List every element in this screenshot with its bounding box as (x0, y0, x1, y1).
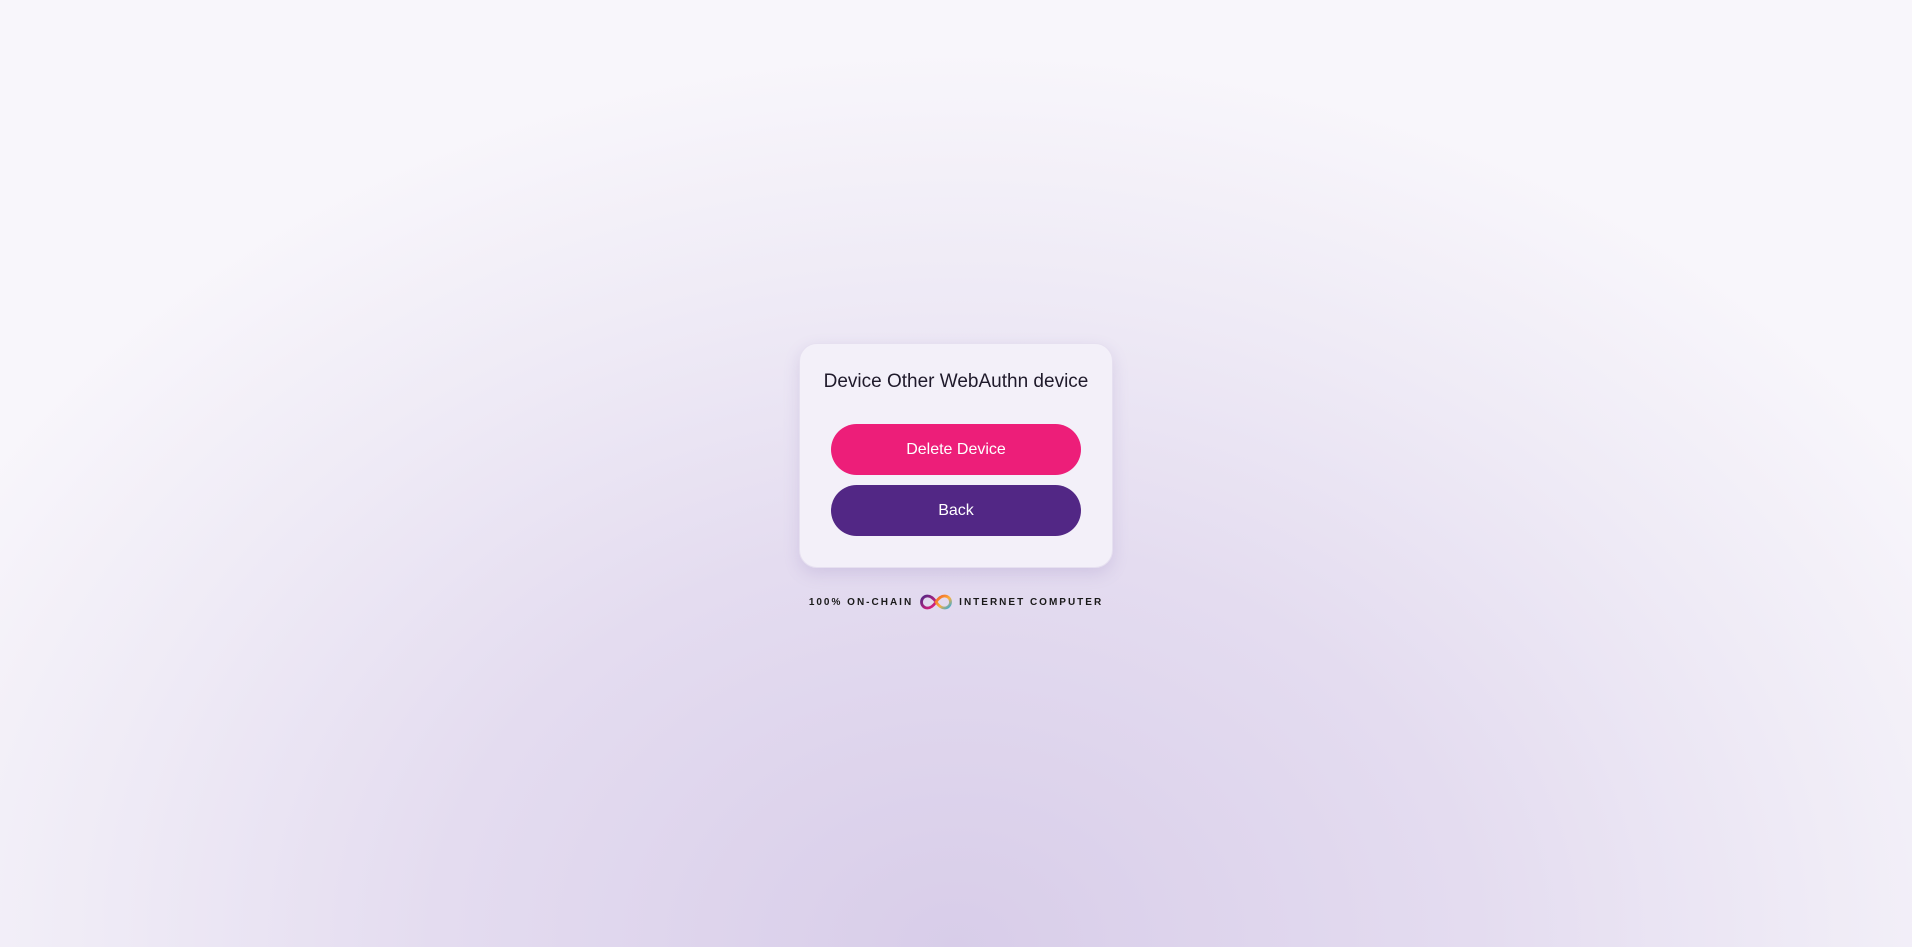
back-button[interactable]: Back (831, 485, 1081, 536)
device-card: Device Other WebAuthn device Delete Devi… (799, 343, 1113, 568)
footer-internet-computer-text: INTERNET COMPUTER (959, 596, 1104, 608)
device-title: Device Other WebAuthn device (823, 371, 1089, 392)
footer-brand: 100% ON-CHAIN INTERNET COMPUTER (799, 592, 1113, 612)
footer-on-chain-text: 100% ON-CHAIN (808, 596, 914, 608)
infinity-icon (919, 593, 953, 611)
delete-device-button[interactable]: Delete Device (831, 424, 1081, 475)
page: Device Other WebAuthn device Delete Devi… (0, 0, 1912, 947)
